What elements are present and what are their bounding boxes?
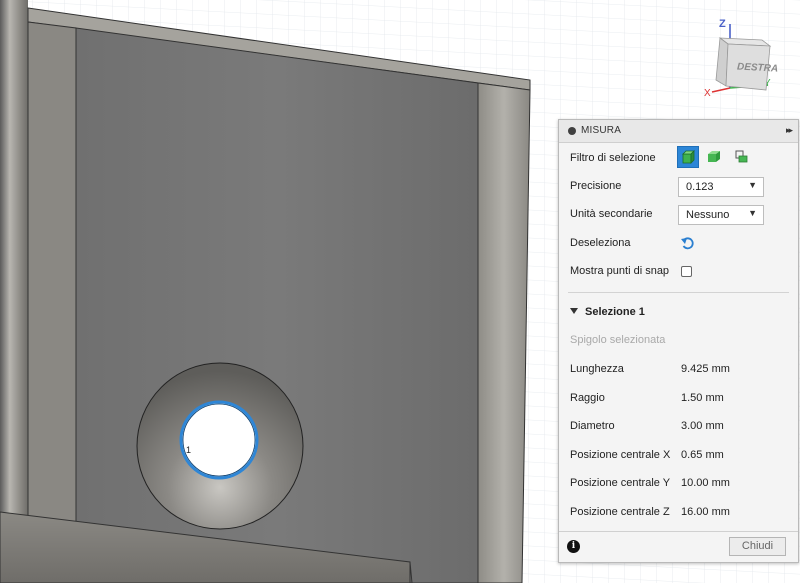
deselect-label: Deseleziona (570, 237, 631, 249)
secondary-units-label: Unità secondarie (570, 208, 653, 220)
filter-component-button[interactable] (731, 146, 753, 168)
measure-value: 3.00 mm (681, 420, 724, 432)
row-precision: Precisione 0.123 ▼ (559, 176, 798, 198)
hole-label: 1 (186, 445, 191, 455)
measure-label: Posizione centrale X (570, 449, 671, 461)
filter-body-button[interactable] (704, 146, 726, 168)
precision-label: Precisione (570, 180, 622, 192)
row-deselect: Deseleziona (559, 233, 798, 255)
selected-hole-edge (179, 400, 259, 480)
body-filter-icon (708, 151, 720, 162)
row-selection-subtitle: Spigolo selezionata (559, 330, 798, 352)
undo-deselect-icon[interactable] (680, 236, 696, 252)
precision-value: 0.123 (686, 181, 714, 193)
part-left-wall (27, 21, 77, 583)
precision-select[interactable]: 0.123 ▼ (678, 177, 764, 197)
panel-title: MISURA (581, 125, 622, 136)
selection-title: Selezione 1 (585, 306, 645, 318)
panel-footer: i Chiudi (559, 531, 798, 562)
measure-row: Raggio 1.50 mm (559, 388, 798, 410)
show-snap-checkbox[interactable] (681, 266, 692, 277)
divider (568, 292, 789, 293)
z-axis-label: Z (719, 18, 726, 30)
filter-face-button[interactable] (677, 146, 699, 168)
row-secondary-units: Unità secondarie Nessuno ▼ (559, 204, 798, 226)
measure-label: Raggio (570, 392, 605, 404)
row-show-snap: Mostra punti di snap (559, 261, 798, 283)
measure-row: Posizione centrale X 0.65 mm (559, 445, 798, 467)
measure-value: 0.65 mm (681, 449, 724, 461)
chevron-down-icon: ▼ (748, 208, 757, 218)
part-left-fillet (0, 0, 28, 583)
selection-section-header[interactable]: Selezione 1 (570, 306, 645, 318)
selection-subtitle: Spigolo selezionata (570, 334, 666, 346)
panel-header[interactable]: MISURA ▸▸ (559, 120, 798, 143)
measure-row: Posizione centrale Z 16.00 mm (559, 502, 798, 524)
show-snap-label: Mostra punti di snap (570, 265, 670, 277)
measure-row: Lunghezza 9.425 mm (559, 359, 798, 381)
measure-panel: MISURA ▸▸ Filtro di selezione Precisione… (558, 119, 799, 563)
measure-value: 10.00 mm (681, 477, 730, 489)
measure-label: Diametro (570, 420, 615, 432)
part-right-wall (477, 82, 531, 583)
measure-value: 9.425 mm (681, 363, 730, 375)
info-icon[interactable]: i (567, 540, 580, 553)
close-button[interactable]: Chiudi (729, 537, 786, 556)
row-selection-filter: Filtro di selezione (559, 146, 798, 170)
countersunk-hole[interactable]: 1 (136, 362, 304, 530)
expand-panel-icon[interactable]: ▸▸ (786, 125, 793, 136)
measure-value: 1.50 mm (681, 392, 724, 404)
measure-row: Diametro 3.00 mm (559, 416, 798, 438)
selection-filter-label: Filtro di selezione (570, 152, 656, 164)
secondary-units-select[interactable]: Nessuno ▼ (678, 205, 764, 225)
viewcube-face-label: DESTRA (737, 61, 779, 74)
component-filter-icon (735, 150, 748, 163)
x-axis-label: X (704, 88, 711, 99)
secondary-units-value: Nessuno (686, 209, 730, 221)
measure-value: 16.00 mm (681, 506, 730, 518)
measure-label: Posizione centrale Z (570, 506, 670, 518)
chevron-down-icon: ▼ (748, 180, 757, 190)
measure-row: Posizione centrale Y 10.00 mm (559, 473, 798, 495)
face-filter-icon (682, 150, 695, 164)
panel-grip-icon (568, 127, 576, 135)
collapse-triangle-icon (570, 308, 578, 314)
measure-label: Lunghezza (570, 363, 624, 375)
measure-label: Posizione centrale Y (570, 477, 671, 489)
